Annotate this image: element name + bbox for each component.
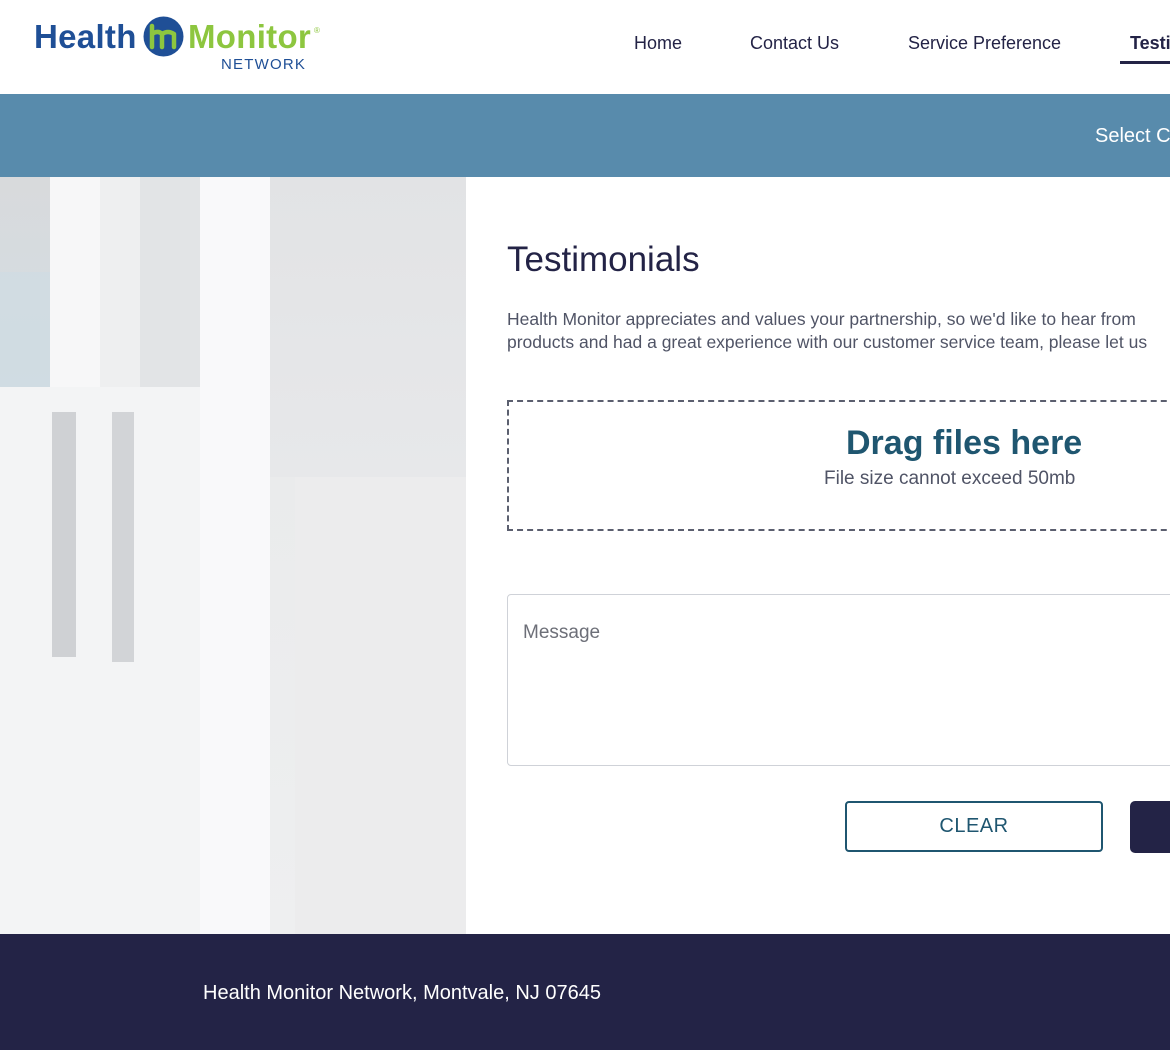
footer-address: Health Monitor Network, Montvale, NJ 076… bbox=[203, 982, 601, 1004]
page-title: Testimonials bbox=[507, 240, 700, 279]
logo-network-label: NETWORK bbox=[221, 56, 307, 73]
intro-text: Health Monitor appreciates and values yo… bbox=[507, 308, 1170, 354]
nav-item-service-preference[interactable]: Service Preference bbox=[908, 33, 1061, 54]
intro-line: products and had a great experience with… bbox=[507, 332, 1148, 352]
nav-item-testimonials[interactable]: Testi bbox=[1130, 33, 1170, 54]
nav-item-contact-us[interactable]: Contact Us bbox=[750, 33, 839, 54]
message-placeholder: Message bbox=[523, 622, 601, 643]
intro-line: Health Monitor appreciates and values yo… bbox=[507, 309, 1136, 329]
clear-button[interactable]: CLEAR bbox=[845, 801, 1103, 852]
submit-button[interactable] bbox=[1130, 801, 1170, 853]
site-header: Health Monitor ® NETWORK Home Contact Us… bbox=[0, 0, 1170, 94]
registered-mark: ® bbox=[314, 26, 320, 35]
file-dropzone[interactable]: Drag files here File size cannot exceed … bbox=[507, 400, 1170, 531]
testimonials-panel: Testimonials Health Monitor appreciates … bbox=[466, 177, 1170, 934]
logo-word-monitor: Monitor bbox=[188, 18, 312, 55]
select-dropdown-label[interactable]: Select C bbox=[1095, 125, 1170, 148]
message-field[interactable]: Message bbox=[507, 594, 1170, 766]
dropzone-subtitle: File size cannot exceed 50mb bbox=[824, 468, 1076, 489]
dropzone-title: Drag files here bbox=[846, 424, 1083, 462]
hm-logo-icon bbox=[143, 16, 184, 57]
health-monitor-logo[interactable]: Health Monitor ® NETWORK bbox=[34, 14, 324, 76]
sub-banner: Select C bbox=[0, 94, 1170, 177]
nav-active-indicator bbox=[1120, 61, 1170, 64]
logo-word-health: Health bbox=[34, 18, 137, 55]
nav-item-home[interactable]: Home bbox=[634, 33, 682, 54]
hero-image bbox=[0, 177, 466, 934]
site-footer: Health Monitor Network, Montvale, NJ 076… bbox=[0, 934, 1170, 1050]
